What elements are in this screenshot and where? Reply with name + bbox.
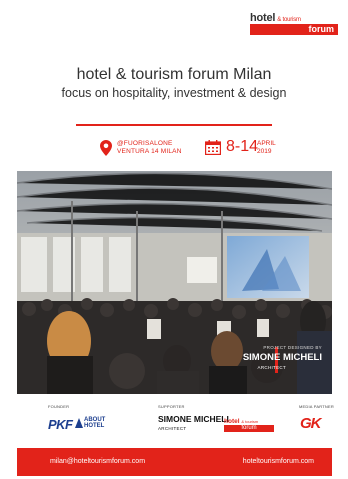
- htf-small-logo: hotel & tourism forum: [224, 418, 274, 433]
- divider: [76, 124, 272, 126]
- supporter-label: SUPPORTER: [158, 404, 185, 409]
- event-month-year: APRIL 2019: [257, 140, 276, 156]
- location-pin-icon: [100, 140, 112, 156]
- photo-credit-role: ARCHITECT: [257, 365, 286, 370]
- simone-logo-role: ARCHITECT: [158, 426, 187, 431]
- page-title: hotel & tourism forum Milan: [76, 66, 272, 83]
- simone-logo-name: SIMONE MICHELI: [158, 414, 229, 424]
- location-line2: VENTURA 14 MILAN: [117, 148, 182, 155]
- event-dates: 8-14: [226, 138, 259, 155]
- media-partner-label: MEDIA PARTNER: [299, 404, 334, 409]
- logo-line1: hotel: [250, 12, 276, 24]
- htf-small-line1: hotel: [224, 418, 240, 425]
- photo-credit-name: SIMONE MICHELI: [242, 352, 322, 363]
- founder-label: FOUNDER: [48, 404, 70, 409]
- poster: hotel & tourism forum hotel & tourism for…: [0, 0, 348, 479]
- about-hotel-logo: ABOUT HOTEL: [84, 417, 105, 429]
- footer-website[interactable]: hoteltourismforum.com: [243, 458, 314, 465]
- brand-logo: hotel & tourism forum: [250, 12, 338, 35]
- logo-line2: forum: [250, 24, 338, 35]
- simone-micheli-logo: SIMONE MICHELI ARCHITECT: [158, 415, 229, 433]
- triangle-icon: [75, 418, 83, 428]
- htf-small-line1-small: & tourism: [241, 419, 259, 424]
- footer-bar: milan@hoteltourismforum.com hoteltourism…: [17, 448, 332, 476]
- calendar-icon: [205, 140, 221, 155]
- htf-small-line2: forum: [224, 425, 274, 432]
- footer-email[interactable]: milan@hoteltourismforum.com: [50, 458, 145, 465]
- photo-credit-label: PROJECT DESIGNED BY: [263, 345, 322, 350]
- location-line1: @FUORISALONE: [117, 140, 173, 147]
- about-hotel-line2: HOTEL: [84, 423, 105, 429]
- page-subtitle: focus on hospitality, investment & desig…: [61, 86, 287, 100]
- gk-logo: GK: [300, 415, 321, 432]
- event-month: APRIL: [257, 140, 276, 147]
- event-year: 2019: [257, 148, 272, 155]
- logo-line1-small: & tourism: [277, 17, 301, 23]
- event-photo: PROJECT DESIGNED BY SIMONE MICHELI ARCHI…: [17, 171, 332, 394]
- pkf-logo: PKF: [48, 417, 73, 432]
- event-location: @FUORISALONE VENTURA 14 MILAN: [117, 140, 182, 156]
